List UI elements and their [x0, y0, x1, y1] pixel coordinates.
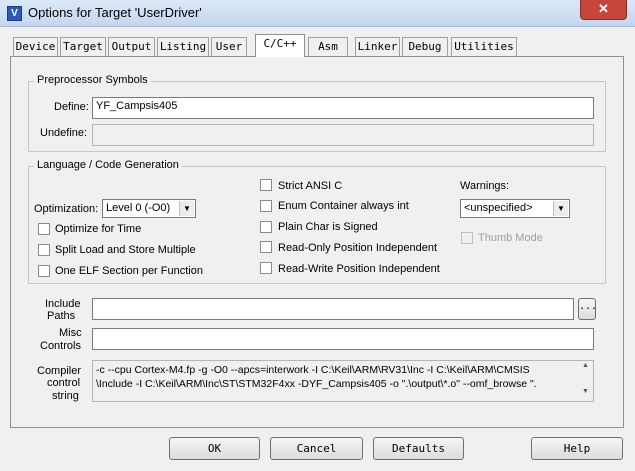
- warnings-value: <unspecified>: [464, 202, 533, 214]
- language-group-label: Language / Code Generation: [34, 159, 182, 171]
- tab-debug[interactable]: Debug: [402, 37, 448, 56]
- plain-char-checkbox[interactable]: [260, 221, 272, 233]
- enum-container-checkbox[interactable]: [260, 200, 272, 212]
- split-load-checkbox[interactable]: [38, 244, 50, 256]
- tab-user[interactable]: User: [211, 37, 247, 56]
- compiler-control-string[interactable]: -c --cpu Cortex-M4.fp -g -O0 --apcs=inte…: [92, 360, 594, 402]
- split-load-label: Split Load and Store Multiple: [55, 244, 196, 256]
- compiler-label-line1: Compiler: [37, 365, 82, 377]
- tab-asm[interactable]: Asm: [308, 37, 348, 56]
- tab-linker[interactable]: Linker: [355, 37, 400, 56]
- strict-ansi-label: Strict ANSI C: [278, 180, 343, 192]
- rwpi-label: Read-Write Position Independent: [278, 263, 440, 275]
- enum-container-label: Enum Container always int: [278, 200, 409, 212]
- plain-char-label: Plain Char is Signed: [278, 221, 378, 233]
- define-input[interactable]: YF_Campsis405: [92, 97, 594, 119]
- thumb-mode-label: Thumb Mode: [478, 232, 543, 244]
- chevron-down-icon[interactable]: ▼: [179, 201, 194, 216]
- include-paths-input[interactable]: [92, 298, 574, 320]
- thumb-mode-checkbox[interactable]: [461, 232, 473, 244]
- tab-target[interactable]: Target: [60, 37, 106, 56]
- misc-controls-input[interactable]: [92, 328, 594, 350]
- browse-include-button[interactable]: ...: [578, 298, 597, 320]
- misc-label-line2: Controls: [40, 340, 81, 352]
- strict-ansi-checkbox[interactable]: [260, 179, 272, 191]
- one-elf-checkbox[interactable]: [38, 265, 50, 277]
- help-button[interactable]: Help: [531, 437, 623, 460]
- undefine-input[interactable]: [92, 124, 594, 146]
- preprocessor-group-label: Preprocessor Symbols: [34, 74, 151, 86]
- ok-button[interactable]: OK: [169, 437, 260, 460]
- misc-label-line1: Misc: [59, 327, 82, 339]
- compiler-label-line3: string: [52, 390, 79, 402]
- tab-cpp[interactable]: C/C++: [255, 34, 305, 57]
- compiler-string-line2: \Include -I C:\Keil\ARM\Inc\ST\STM32F4xx…: [96, 378, 537, 390]
- rwpi-checkbox[interactable]: [260, 262, 272, 274]
- optimization-label: Optimization:: [34, 203, 99, 215]
- defaults-button[interactable]: Defaults: [373, 437, 464, 460]
- one-elf-label: One ELF Section per Function: [55, 265, 203, 277]
- include-label-line1: Include: [45, 298, 81, 310]
- tab-output[interactable]: Output: [108, 37, 155, 56]
- ropi-label: Read-Only Position Independent: [278, 242, 437, 254]
- tab-utilities[interactable]: Utilities: [451, 37, 517, 56]
- ropi-checkbox[interactable]: [260, 241, 272, 253]
- include-label-line2: Paths: [47, 310, 76, 322]
- scroll-down-icon[interactable]: ▼: [578, 388, 593, 400]
- define-label: Define:: [54, 101, 89, 113]
- tab-listing[interactable]: Listing: [157, 37, 209, 56]
- tab-device[interactable]: Device: [13, 37, 58, 56]
- scroll-up-icon[interactable]: ▲: [578, 362, 593, 374]
- warnings-label: Warnings:: [460, 180, 510, 192]
- chevron-down-icon[interactable]: ▼: [553, 201, 568, 216]
- app-icon: V: [7, 6, 22, 21]
- undefine-label: Undefine:: [40, 127, 88, 139]
- compiler-label-line2: control: [47, 377, 81, 389]
- optimize-time-checkbox[interactable]: [38, 223, 50, 235]
- cancel-button[interactable]: Cancel: [270, 437, 363, 460]
- close-button[interactable]: ✕: [580, 0, 627, 20]
- optimize-time-label: Optimize for Time: [55, 223, 142, 235]
- window-title: Options for Target 'UserDriver': [28, 5, 202, 20]
- optimization-value: Level 0 (-O0): [106, 202, 171, 214]
- compiler-string-line1: -c --cpu Cortex-M4.fp -g -O0 --apcs=inte…: [96, 364, 530, 376]
